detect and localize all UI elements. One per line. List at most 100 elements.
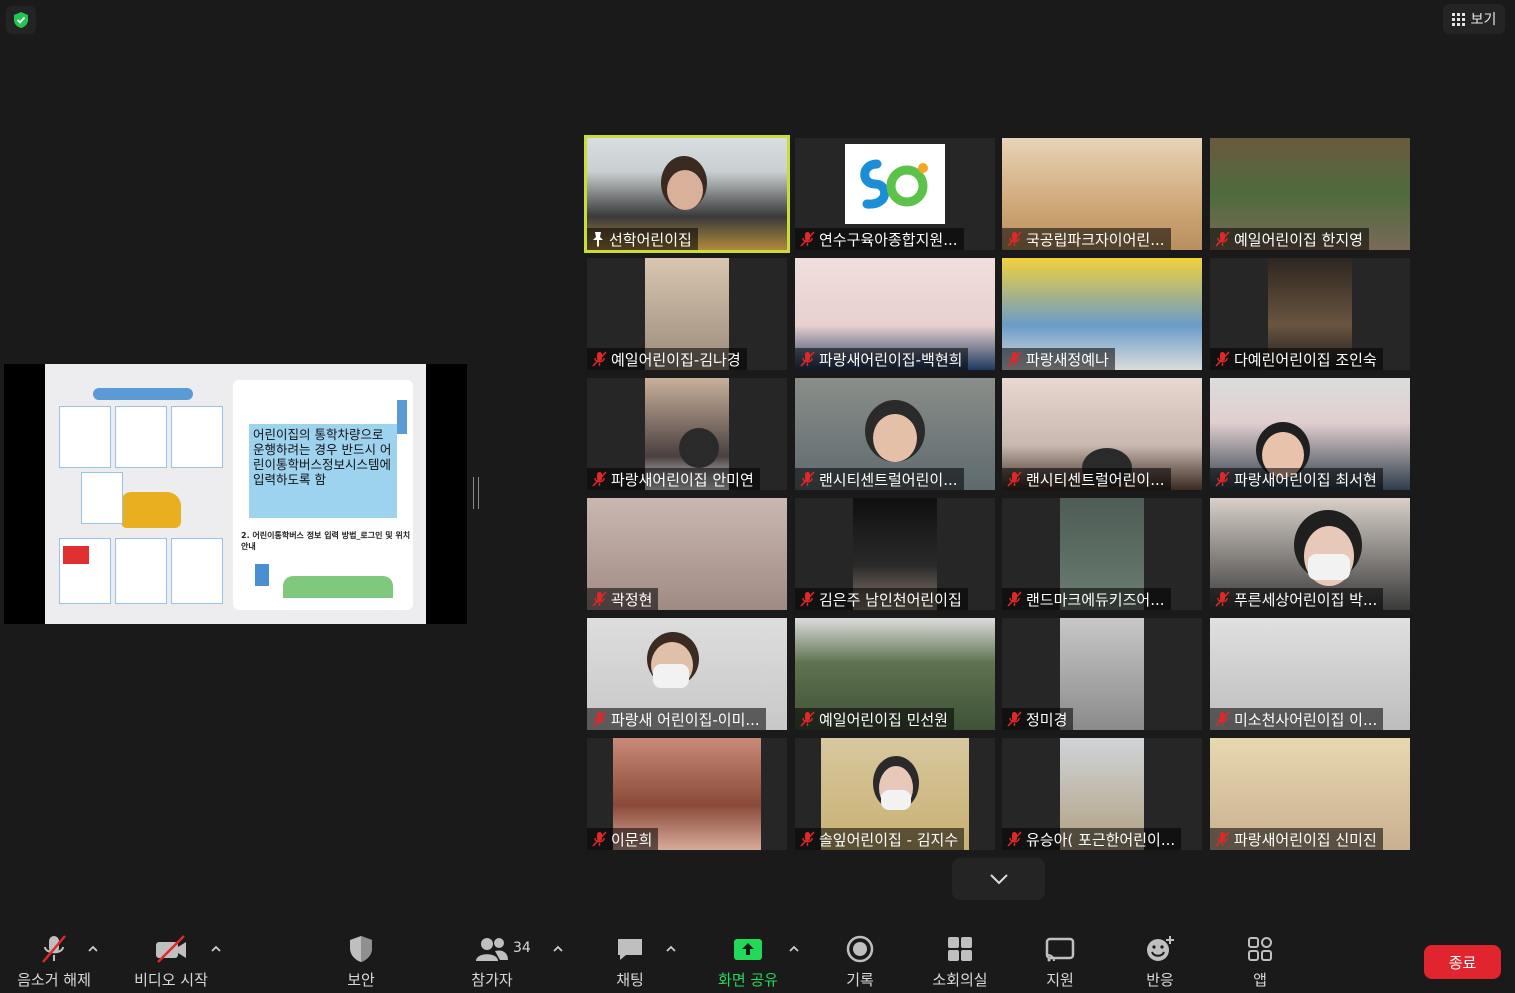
breakout-rooms-label: 소회의실 xyxy=(932,971,988,989)
unmute-button[interactable]: 음소거 해제 xyxy=(13,934,95,990)
share-screen-button[interactable]: 화면 공유 xyxy=(712,934,784,990)
chat-icon xyxy=(618,939,642,960)
participant-tile[interactable]: 파랑새어린이집 신미진 xyxy=(1210,738,1410,850)
shield-icon xyxy=(350,936,372,962)
participant-tile[interactable]: 푸른세상어린이집 박... xyxy=(1210,498,1410,610)
support-button[interactable]: 지원 xyxy=(1036,934,1084,990)
shared-slide: 어린이집의 통학차량으로 운행하려는 경우 반드시 어린이통학버스정보시스템에 … xyxy=(45,364,426,624)
panel-splitter-handle[interactable] xyxy=(473,477,479,509)
participant-name: 곽정현 xyxy=(611,590,653,609)
participant-name: 선학어린이집 xyxy=(609,230,692,249)
mic-muted-icon xyxy=(1007,471,1022,487)
slide-left-infographic xyxy=(55,382,230,614)
participant-tile[interactable]: 연수구육아종합지원... xyxy=(795,138,995,250)
participants-button[interactable]: 참가자 xyxy=(465,934,519,990)
chat-button[interactable]: 채팅 xyxy=(606,934,654,990)
participant-face xyxy=(873,414,917,462)
reactions-label: 반응 xyxy=(1146,971,1174,989)
participant-tile[interactable]: 솔잎어린이집 - 김지수 xyxy=(795,738,995,850)
participant-tile[interactable]: 파랑새어린이집 안미연 xyxy=(587,378,787,490)
encryption-shield-icon[interactable] xyxy=(6,6,36,34)
slide-subheading: 2. 어린이통학버스 정보 입력 방법_로그인 및 위치 안내 xyxy=(241,531,411,551)
participant-tile[interactable]: 파랑새어린이집-백현희 xyxy=(795,258,995,370)
participant-name: 파랑새어린이집 최서현 xyxy=(1234,470,1377,489)
unmute-label: 음소거 해제 xyxy=(17,971,91,989)
participant-tile[interactable]: 랜시티센트럴어린이... xyxy=(795,378,995,490)
participant-name-tag: 예일어린이집 한지영 xyxy=(1210,228,1369,250)
mic-muted-icon xyxy=(800,351,815,367)
mic-muted-icon xyxy=(1007,351,1022,367)
participant-tile[interactable]: 국공립파크자이어린... xyxy=(1002,138,1202,250)
participant-name: 푸른세상어린이집 박... xyxy=(1234,590,1378,609)
participant-name: 예일어린이집-김나경 xyxy=(611,350,741,369)
apps-button[interactable]: 앱 xyxy=(1236,934,1284,990)
participant-tile[interactable]: 다예린어린이집 조인숙 xyxy=(1210,258,1410,370)
mic-muted-icon xyxy=(1007,711,1022,727)
view-label: 보기 xyxy=(1470,12,1497,28)
chevron-down-icon xyxy=(989,874,1008,885)
participant-name: 정미경 xyxy=(1026,710,1068,729)
participant-tile[interactable]: 랜시티센트럴어린이... xyxy=(1002,378,1202,490)
participants-options-caret-icon[interactable] xyxy=(552,944,564,954)
participant-tile[interactable]: 이문희 xyxy=(587,738,787,850)
security-button[interactable]: 보안 xyxy=(336,934,386,990)
participant-tile[interactable]: 랜드마크에듀키즈어... xyxy=(1002,498,1202,610)
participant-name: 김은주 남인천어린이집 xyxy=(819,590,962,609)
chat-options-caret-icon[interactable] xyxy=(665,944,677,954)
audio-options-caret-icon[interactable] xyxy=(87,944,99,954)
video-options-caret-icon[interactable] xyxy=(210,944,222,954)
participant-name: 유승아( 포근한어린이... xyxy=(1026,830,1176,849)
mic-muted-icon xyxy=(1215,831,1230,847)
participant-tile[interactable]: 예일어린이집 민선원 xyxy=(795,618,995,730)
participant-tile[interactable]: 미소천사어린이집 이... xyxy=(1210,618,1410,730)
participant-tile[interactable]: 유승아( 포근한어린이... xyxy=(1002,738,1202,850)
participant-name-tag: 이문희 xyxy=(587,828,659,850)
cast-support-icon xyxy=(1045,937,1075,962)
shared-screen-panel[interactable]: 어린이집의 통학차량으로 운행하려는 경우 반드시 어린이통학버스정보시스템에 … xyxy=(4,364,467,624)
start-video-label: 비디오 시작 xyxy=(134,971,208,989)
support-label: 지원 xyxy=(1046,971,1074,989)
participant-name-tag: 연수구육아종합지원... xyxy=(795,228,964,250)
mic-muted-icon xyxy=(800,831,815,847)
mic-muted-icon xyxy=(592,351,607,367)
organization-logo xyxy=(845,144,945,224)
participant-name-tag: 정미경 xyxy=(1002,708,1074,730)
show-more-button[interactable] xyxy=(952,858,1045,900)
participant-name-tag: 파랑새 어린이집-이미... xyxy=(587,708,766,730)
mic-muted-icon xyxy=(592,711,607,727)
participant-name-tag: 파랑새어린이집 최서현 xyxy=(1210,468,1383,490)
mic-muted-icon xyxy=(592,831,607,847)
participant-tile[interactable]: 예일어린이집 한지영 xyxy=(1210,138,1410,250)
participant-tile[interactable]: 선학어린이집 xyxy=(584,135,790,253)
breakout-rooms-button[interactable]: 소회의실 xyxy=(924,934,996,990)
view-button[interactable]: 보기 xyxy=(1443,4,1505,34)
mic-muted-icon xyxy=(1215,711,1230,727)
participant-tile[interactable]: 파랑새정예나 xyxy=(1002,258,1202,370)
participant-name-tag: 곽정현 xyxy=(587,588,659,610)
participant-tile[interactable]: 파랑새어린이집 최서현 xyxy=(1210,378,1410,490)
gallery-grid-icon xyxy=(1451,12,1465,26)
participant-name: 랜시티센트럴어린이... xyxy=(1026,470,1165,489)
participant-name: 미소천사어린이집 이... xyxy=(1234,710,1378,729)
participant-tile[interactable]: 파랑새 어린이집-이미... xyxy=(587,618,787,730)
reactions-button[interactable]: 반응 xyxy=(1136,934,1184,990)
record-button[interactable]: 기록 xyxy=(836,934,884,990)
participant-name-tag: 랜드마크에듀키즈어... xyxy=(1002,588,1171,610)
participant-name: 예일어린이집 민선원 xyxy=(819,710,948,729)
share-options-caret-icon[interactable] xyxy=(788,944,800,954)
participant-name-tag: 유승아( 포근한어린이... xyxy=(1002,828,1182,850)
record-icon xyxy=(846,935,874,963)
start-video-button[interactable]: 비디오 시작 xyxy=(130,934,212,990)
participant-tile[interactable]: 김은주 남인천어린이집 xyxy=(795,498,995,610)
apps-icon xyxy=(1248,937,1272,961)
participant-name-tag: 푸른세상어린이집 박... xyxy=(1210,588,1384,610)
participant-name: 예일어린이집 한지영 xyxy=(1234,230,1363,249)
participant-tile[interactable]: 정미경 xyxy=(1002,618,1202,730)
participant-tile[interactable]: 곽정현 xyxy=(587,498,787,610)
participant-face xyxy=(667,170,703,210)
reaction-smiley-icon xyxy=(1147,936,1174,961)
participant-name: 랜드마크에듀키즈어... xyxy=(1026,590,1165,609)
end-meeting-button[interactable]: 종료 xyxy=(1424,945,1501,979)
participant-tile[interactable]: 예일어린이집-김나경 xyxy=(587,258,787,370)
meeting-toolbar: 음소거 해제 비디오 시작 보안 참가자 34 채팅 화면 공유 기록 소회의실… xyxy=(0,920,1515,993)
